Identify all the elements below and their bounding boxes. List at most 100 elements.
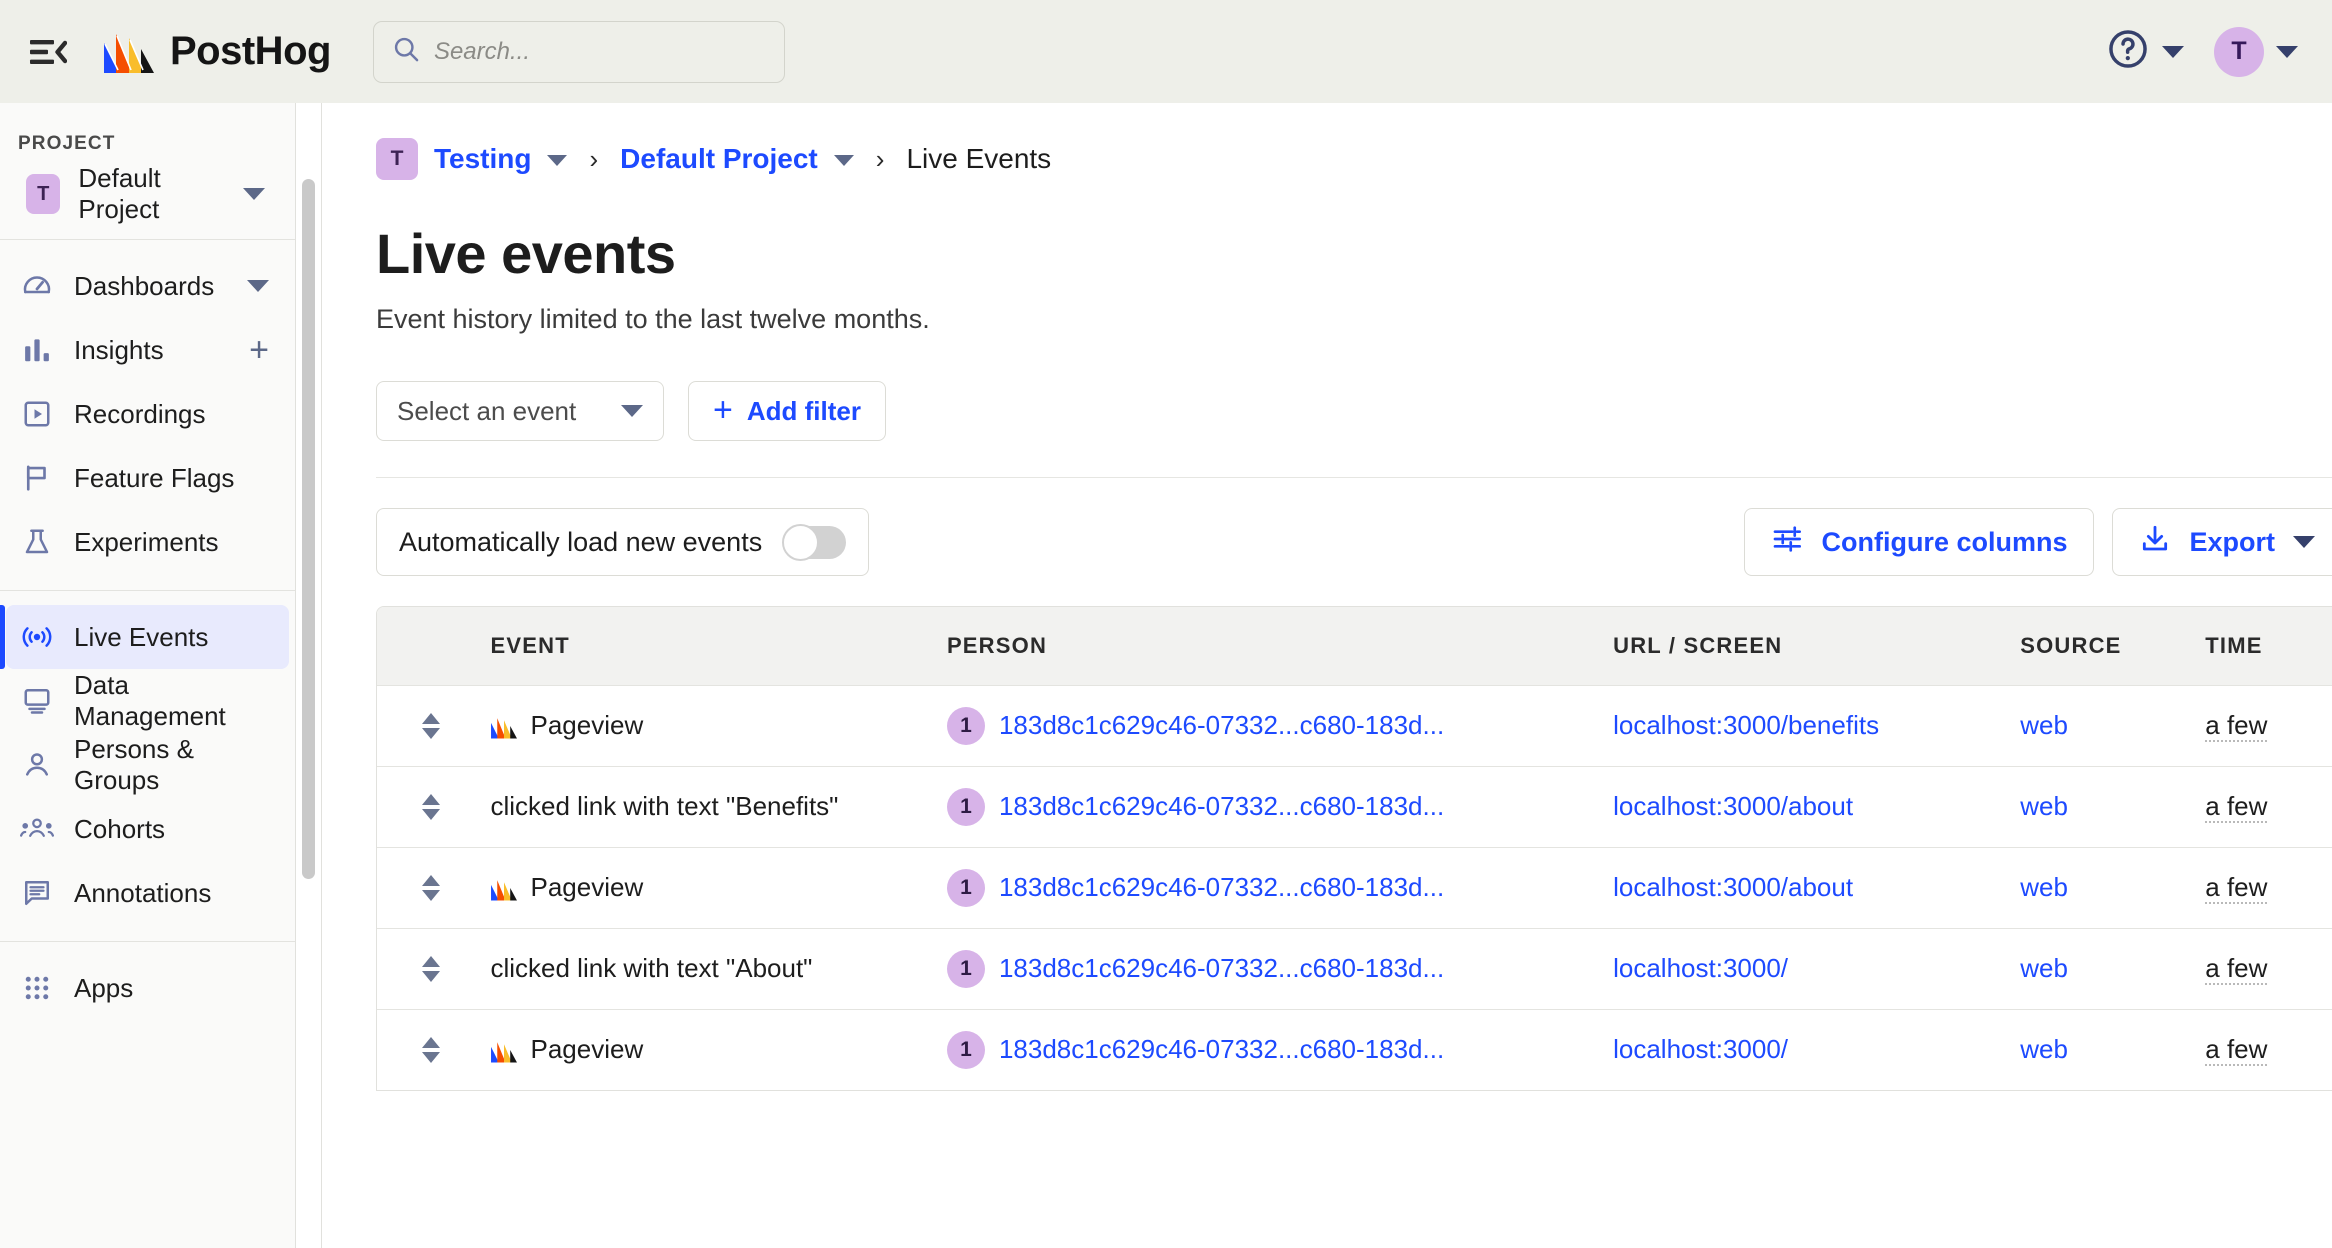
table-row[interactable]: clicked link with text "Benefits"1183d8c… — [377, 766, 2332, 847]
person-id-link[interactable]: 183d8c1c629c46-07332...c680-183d... — [999, 953, 1444, 984]
sidebar-item-data-management[interactable]: Data Management — [6, 669, 289, 733]
expand-row-chevron-icon[interactable] — [413, 794, 449, 820]
live-broadcast-icon — [20, 620, 54, 654]
url-cell: localhost:3000/about — [1613, 766, 2020, 847]
relative-time: a few — [2205, 1034, 2267, 1066]
autoload-switch[interactable] — [784, 526, 846, 559]
sidebar-scrollbar-track[interactable] — [296, 103, 322, 1248]
export-button[interactable]: Export — [2112, 508, 2332, 576]
person-id-link[interactable]: 183d8c1c629c46-07332...c680-183d... — [999, 1034, 1444, 1065]
table-row[interactable]: Pageview1183d8c1c629c46-07332...c680-183… — [377, 847, 2332, 928]
column-header-time: TIME — [2205, 607, 2332, 685]
source-link[interactable]: web — [2020, 953, 2068, 983]
page-subtitle: Event history limited to the last twelve… — [376, 304, 2332, 335]
sidebar-item-experiments[interactable]: Experiments — [6, 510, 289, 574]
project-switcher[interactable]: T Default Project — [8, 165, 287, 223]
help-menu-button[interactable] — [2106, 27, 2184, 76]
page-title: Live events — [376, 221, 2332, 286]
source-link[interactable]: web — [2020, 791, 2068, 821]
url-link[interactable]: localhost:3000/ — [1613, 953, 1788, 983]
expand-row-chevron-icon[interactable] — [413, 956, 449, 982]
person-count-badge: 1 — [947, 950, 985, 988]
row-expand-cell[interactable] — [377, 847, 490, 928]
add-insight-plus-icon[interactable]: + — [249, 333, 275, 367]
switch-knob — [782, 524, 819, 561]
sidebar-item-label: Experiments — [74, 527, 219, 558]
events-table-body: Pageview 1 183d8c1c629c46-07332...c680-183… — [377, 685, 2332, 1090]
breadcrumb-org-link[interactable]: Testing — [434, 143, 531, 175]
person-icon — [20, 748, 54, 782]
sidebar-item-feature-flags[interactable]: Feature Flags — [6, 446, 289, 510]
project-badge: T — [26, 174, 60, 214]
table-row[interactable]: Pageview1183d8c1c629c46-07332...c680-183… — [377, 685, 2332, 766]
export-label: Export — [2189, 527, 2275, 558]
chevron-down-icon[interactable] — [834, 155, 854, 166]
chevron-down-icon[interactable] — [247, 280, 269, 292]
column-header-source: SOURCE — [2020, 607, 2205, 685]
event-name: Pageview — [530, 710, 643, 741]
posthog-event-icon — [490, 875, 518, 901]
event-select-dropdown[interactable]: Select an event — [376, 381, 664, 441]
time-cell: a few — [2205, 1009, 2332, 1090]
column-header-url-screen: URL / SCREEN — [1613, 607, 2020, 685]
relative-time: a few — [2205, 953, 2267, 985]
person-id-link[interactable]: 183d8c1c629c46-07332...c680-183d... — [999, 710, 1444, 741]
chevron-down-icon — [621, 405, 643, 417]
source-cell: web — [2020, 1009, 2205, 1090]
chevron-down-icon[interactable] — [2293, 536, 2315, 548]
sidebar-item-dashboards[interactable]: Dashboards — [6, 254, 289, 318]
url-link[interactable]: localhost:3000/ — [1613, 1034, 1788, 1064]
row-expand-cell[interactable] — [377, 1009, 490, 1090]
search-input[interactable] — [434, 38, 766, 66]
table-row[interactable]: Pageview1183d8c1c629c46-07332...c680-183… — [377, 1009, 2332, 1090]
table-row[interactable]: clicked link with text "About"1183d8c1c6… — [377, 928, 2332, 1009]
expand-row-chevron-icon[interactable] — [413, 713, 449, 739]
chevron-down-icon[interactable] — [547, 155, 567, 166]
comment-lines-icon — [20, 876, 54, 910]
sidebar-item-label: Dashboards — [74, 271, 214, 302]
person-id-link[interactable]: 183d8c1c629c46-07332...c680-183d... — [999, 872, 1444, 903]
sidebar-collapse-icon[interactable] — [22, 26, 74, 78]
row-expand-cell[interactable] — [377, 766, 490, 847]
posthog-logo-link[interactable]: PostHog — [102, 24, 331, 79]
autoload-toggle-control[interactable]: Automatically load new events — [376, 508, 869, 576]
table-header-row: EVENT PERSON URL / SCREEN SOURCE TIME — [377, 607, 2332, 685]
sidebar-item-recordings[interactable]: Recordings — [6, 382, 289, 446]
url-link[interactable]: localhost:3000/about — [1613, 872, 1853, 902]
topbar-right-controls: T — [2106, 27, 2298, 77]
sidebar-item-label: Apps — [74, 973, 133, 1004]
dashboard-gauge-icon — [20, 269, 54, 303]
sidebar-scrollbar-thumb[interactable] — [302, 179, 315, 879]
source-link[interactable]: web — [2020, 872, 2068, 902]
sidebar-item-cohorts[interactable]: Cohorts — [6, 797, 289, 861]
sidebar-item-label: Persons & Groups — [74, 734, 275, 796]
add-filter-button[interactable]: + Add filter — [688, 381, 886, 441]
flag-icon — [20, 461, 54, 495]
person-id-link[interactable]: 183d8c1c629c46-07332...c680-183d... — [999, 791, 1444, 822]
sidebar-item-live-events[interactable]: Live Events — [6, 605, 289, 669]
sidebar-section-label: PROJECT — [0, 127, 295, 165]
url-link[interactable]: localhost:3000/about — [1613, 791, 1853, 821]
sidebar-item-apps[interactable]: Apps — [6, 956, 289, 1020]
sidebar-item-persons-groups[interactable]: Persons & Groups — [6, 733, 289, 797]
user-account-menu-button[interactable]: T — [2214, 27, 2298, 77]
breadcrumb-project-link[interactable]: Default Project — [620, 143, 818, 175]
url-link[interactable]: localhost:3000/benefits — [1613, 710, 1879, 740]
expand-row-chevron-icon[interactable] — [413, 1037, 449, 1063]
row-expand-cell[interactable] — [377, 685, 490, 766]
sidebar-item-insights[interactable]: Insights + — [6, 318, 289, 382]
source-link[interactable]: web — [2020, 1034, 2068, 1064]
breadcrumb-org-badge: T — [376, 138, 418, 180]
source-link[interactable]: web — [2020, 710, 2068, 740]
expand-row-chevron-icon[interactable] — [413, 875, 449, 901]
main-content: T Testing › Default Project › Live Event… — [322, 103, 2332, 1248]
configure-columns-button[interactable]: Configure columns — [1744, 508, 2094, 576]
chevron-down-icon — [422, 971, 440, 982]
time-cell: a few — [2205, 685, 2332, 766]
row-expand-cell[interactable] — [377, 928, 490, 1009]
person-count-badge: 1 — [947, 869, 985, 907]
global-search-box[interactable] — [373, 21, 785, 83]
breadcrumb-separator: › — [589, 144, 598, 175]
chevron-up-icon — [422, 794, 440, 805]
sidebar-item-annotations[interactable]: Annotations — [6, 861, 289, 925]
